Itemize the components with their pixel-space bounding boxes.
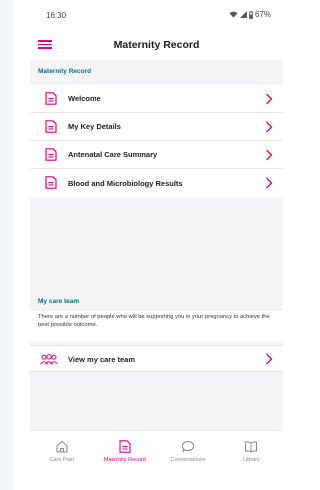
status-bar: 16:30 67% xyxy=(30,0,283,30)
chevron-right-icon xyxy=(266,353,273,365)
chevron-right-icon xyxy=(266,177,273,189)
list-item-blood-and-microbiology-results[interactable]: Blood and Microbiology Results xyxy=(30,169,283,197)
care-team-description: There are a number of people who will be… xyxy=(30,311,283,342)
book-icon xyxy=(245,441,258,453)
status-time: 16:30 xyxy=(46,11,67,20)
document-icon xyxy=(45,92,57,105)
chevron-right-icon xyxy=(266,149,273,161)
nav-tab-library[interactable]: Library xyxy=(220,431,283,490)
view-my-care-team-label: View my care team xyxy=(68,355,135,364)
section-title-my-care-team: My care team xyxy=(30,293,283,311)
maternity-record-list: Welcome My Key Details Antenatal Care Su xyxy=(30,85,283,197)
battery-percentage: 67% xyxy=(254,10,271,19)
chevron-right-icon xyxy=(266,121,273,133)
bottom-navigation: Care Plan Maternity Record Conversations… xyxy=(30,430,283,490)
document-icon xyxy=(45,120,57,133)
list-item-antenatal-care-summary[interactable]: Antenatal Care Summary xyxy=(30,141,283,169)
page-title: Maternity Record xyxy=(113,39,200,51)
home-icon xyxy=(56,440,68,453)
nav-tab-label: Care Plan xyxy=(49,457,74,463)
chat-bubble-icon xyxy=(182,440,195,453)
nav-tab-conversations[interactable]: Conversations xyxy=(157,431,220,490)
view-my-care-team-link[interactable]: View my care team xyxy=(30,345,283,372)
list-item-label: Welcome xyxy=(68,94,101,103)
nav-tab-maternity-record[interactable]: Maternity Record xyxy=(93,431,156,490)
phone-screen: 16:30 67% Maternity Record Maternity Rec… xyxy=(30,0,283,490)
signal-icon xyxy=(239,11,247,18)
background-strip xyxy=(0,0,14,490)
document-icon xyxy=(119,440,131,453)
nav-tab-care-plan[interactable]: Care Plan xyxy=(30,431,93,490)
document-icon xyxy=(45,148,57,161)
wifi-icon xyxy=(229,11,238,18)
chevron-right-icon xyxy=(266,93,273,105)
list-item-label: My Key Details xyxy=(68,122,121,131)
list-item-label: Antenatal Care Summary xyxy=(68,150,158,159)
nav-tab-label: Library xyxy=(242,457,260,463)
section-title-maternity-record: Maternity Record xyxy=(30,60,283,84)
status-icons: 67% xyxy=(229,10,271,19)
list-item-label: Blood and Microbiology Results xyxy=(68,178,183,188)
nav-tab-label: Conversations xyxy=(170,457,206,463)
nav-tab-label: Maternity Record xyxy=(103,457,146,463)
document-icon xyxy=(45,176,57,189)
list-item-my-key-details[interactable]: My Key Details xyxy=(30,113,283,141)
list-item-welcome[interactable]: Welcome xyxy=(30,85,283,113)
people-group-icon xyxy=(40,354,58,365)
battery-icon xyxy=(249,10,253,19)
app-header: Maternity Record xyxy=(30,30,283,60)
